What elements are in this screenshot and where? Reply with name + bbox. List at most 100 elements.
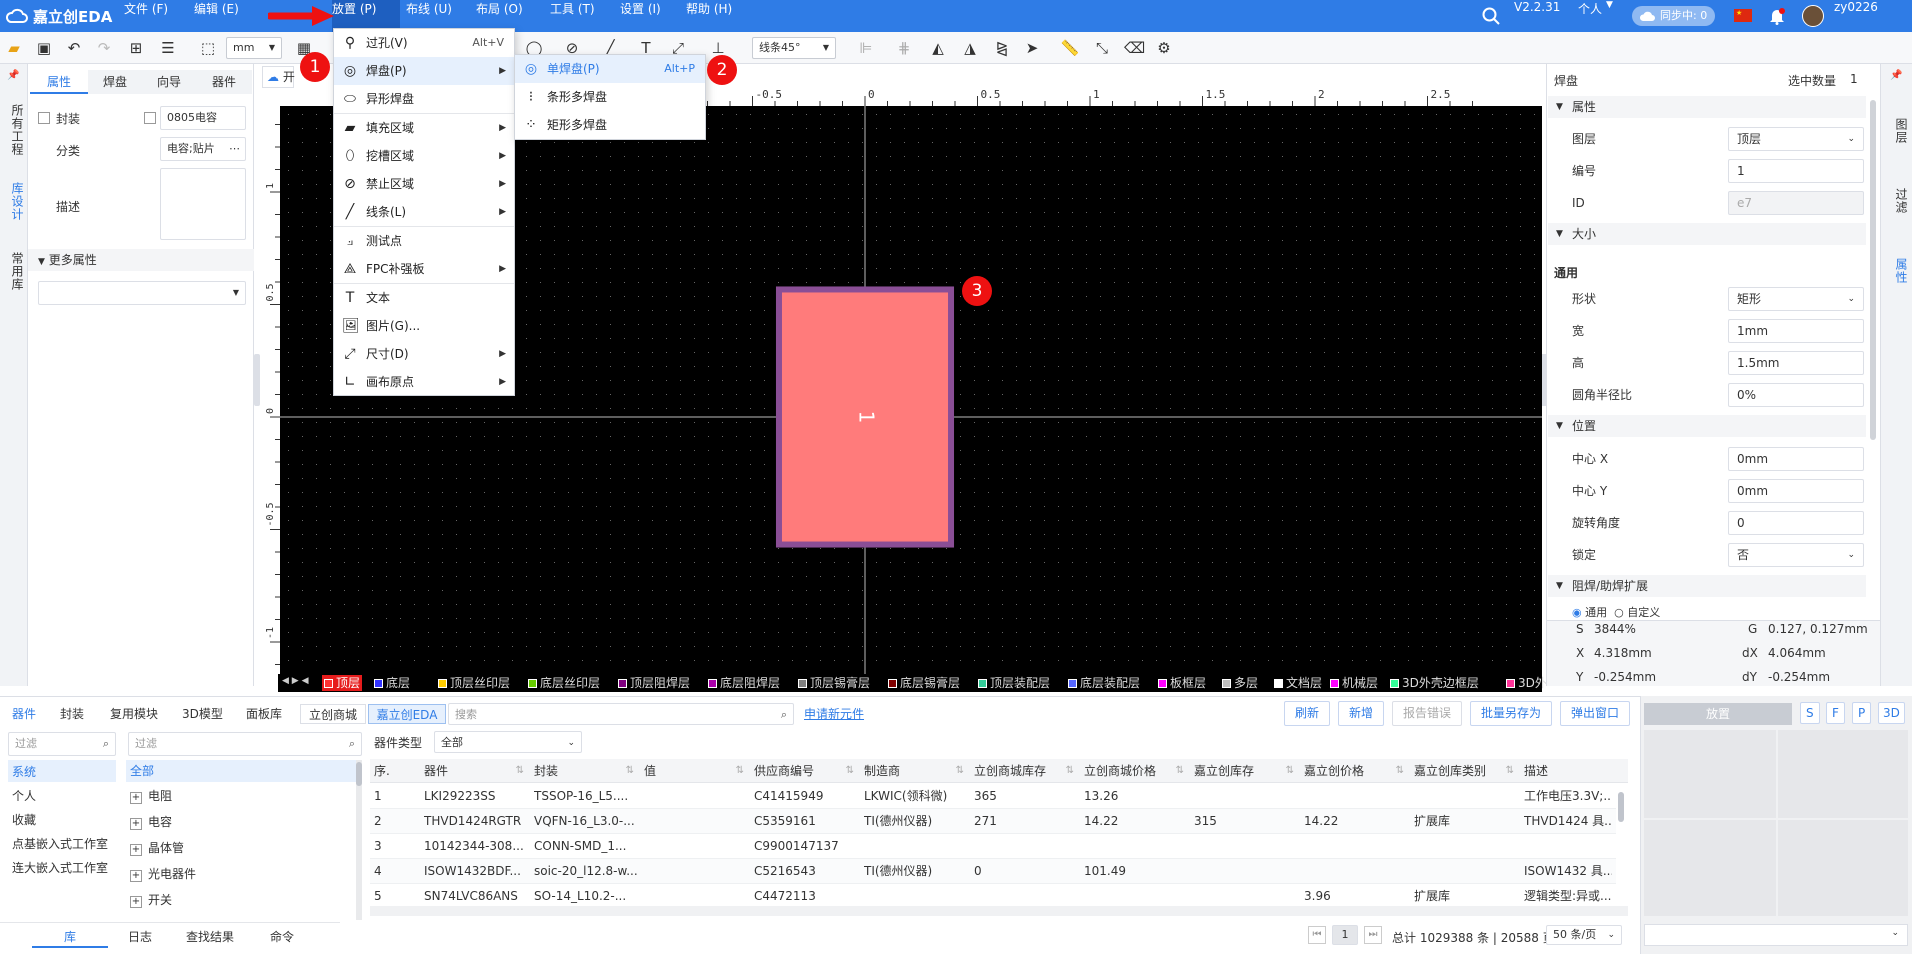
section-position[interactable]: ▼ 位置 [1548,415,1866,437]
sort-icon[interactable]: ⇅ [736,761,744,781]
table-column-header[interactable]: 供应商编号 ⇅ [754,761,862,781]
package-checkbox[interactable] [38,112,50,124]
list-view-icon[interactable]: ☰ [158,38,178,58]
grid-view-icon[interactable]: ⊞ [126,38,146,58]
layer-item[interactable]: 机械层 [1330,675,1378,691]
report-error-button[interactable]: 报告错误 [1392,701,1463,726]
pad-submenu-item[interactable]: ◎ 单焊盘(P) Alt+P [515,55,705,83]
save-icon[interactable]: ▣ [34,38,54,58]
tab-library-design[interactable]: 库设计 [4,182,24,226]
more-properties-select[interactable]: ▼ [38,281,246,305]
view-p-button[interactable]: P [1852,702,1872,724]
view-f-button[interactable]: F [1826,702,1845,724]
tab-reuse-modules[interactable]: 复用模块 [110,704,158,724]
pad-submenu-item[interactable]: ⁘ 矩形多焊盘 [515,111,705,139]
place-menu-item[interactable]: ╱ 线条(L) ▶ [334,198,514,226]
flip-horizontal-icon[interactable]: ◭ [928,38,948,58]
document-tab[interactable]: ☁ 开 [262,66,295,88]
align-icon[interactable]: ⊫ [856,38,876,58]
tree-scrollbar[interactable] [356,762,362,786]
apply-new-part-link[interactable]: 申请新元件 [804,704,864,724]
tree-all[interactable]: 全部 [130,759,154,783]
search-icon[interactable]: ⌕ [349,733,355,755]
place-menu-item[interactable]: 🖼 图片(G)... [334,312,514,340]
sort-icon[interactable]: ⇅ [846,761,854,781]
tree-capacitor[interactable]: + 电容 [130,810,172,834]
china-flag-icon[interactable]: ★ [1734,9,1752,22]
popup-window-button[interactable]: 弹出窗口 [1560,701,1631,726]
layer-item[interactable]: 底层丝印层 [528,675,600,691]
mirror-icon[interactable]: ⧎ [992,38,1012,58]
table-column-header[interactable]: 嘉立创库类别 ⇅ [1414,761,1522,781]
menu-settings[interactable]: 设置 (I) [620,0,680,32]
package-value-checkbox[interactable] [144,112,156,124]
sync-status-button[interactable]: 同步中: 0 [1632,6,1716,26]
sort-icon[interactable]: ⇅ [956,761,964,781]
shape-select[interactable]: 矩形 ⌄ [1728,287,1864,311]
eraser-icon[interactable]: ⌫ [1124,38,1145,58]
preview-select[interactable]: ⌄ [1644,924,1908,946]
layer-item[interactable]: 顶层装配层 [978,675,1050,691]
height-input[interactable]: 1.5mm [1728,351,1864,375]
tab-common-library[interactable]: 常用库 [4,252,24,296]
table-column-header[interactable]: 嘉立创库存 ⇅ [1194,761,1302,781]
table-column-header[interactable]: 序. [374,761,422,781]
lib-studio-2[interactable]: 连大嵌入式工作室 [12,859,108,876]
category-filter-input[interactable]: 过滤 ⌕ [128,732,362,756]
tree-resistor[interactable]: + 电阻 [130,784,172,808]
tab-filter[interactable]: 过滤 [1888,188,1908,218]
library-filter-input[interactable]: 过滤 ⌕ [8,732,116,756]
search-icon[interactable] [1482,7,1500,25]
place-menu-item[interactable]: ⊘ 禁止区域 ▶ [334,170,514,198]
pin-icon[interactable]: 📌 [1890,70,1902,81]
lib-studio-1[interactable]: 点基嵌入式工作室 [12,835,108,852]
tab-jlc-eda[interactable]: 嘉立创EDA [368,704,446,724]
tree-switch[interactable]: + 开关 [130,888,172,912]
tab-panel-library[interactable]: 面板库 [246,704,282,724]
sort-icon[interactable]: ⇅ [1176,761,1184,781]
footer-tab-search-results[interactable]: 查找结果 [186,926,234,948]
footer-tab-command[interactable]: 命令 [270,926,294,948]
last-page-icon[interactable]: ⏭ [1364,926,1382,944]
pad-submenu-item[interactable]: ⁝ 条形多焊盘 [515,83,705,111]
lib-system[interactable]: 系统 [12,763,36,780]
batch-save-as-button[interactable]: 批量另存为 [1470,701,1553,726]
sort-icon[interactable]: ⇅ [1286,761,1294,781]
table-column-header[interactable]: 描述 [1524,761,1616,781]
tree-optoelectronic[interactable]: + 光电器件 [130,862,196,886]
center-x-input[interactable]: 0mm [1728,447,1864,471]
tab-properties[interactable]: 属性 [30,70,88,94]
sort-icon[interactable]: ⇅ [516,761,524,781]
zoom-area-icon[interactable]: ⬚ [198,38,218,58]
layer-item[interactable]: 多层 [1222,675,1258,691]
username[interactable]: zy0226 [1834,0,1878,14]
page-size-select[interactable]: 50 条/页 ⌄ [1546,925,1622,945]
place-menu-item[interactable]: ⤢ 尺寸(D) ▶ [334,340,514,368]
tab-3d-models[interactable]: 3D模型 [182,704,223,724]
place-menu-item[interactable]: ∟ 画布原点 ▶ [334,368,514,396]
menu-edit[interactable]: 编辑 (E) [194,0,264,32]
left-panel-resize-handle[interactable] [254,354,260,406]
table-scrollbar[interactable] [1616,784,1626,914]
description-textarea[interactable] [160,168,246,240]
layer-item[interactable]: 顶层锡膏层 [798,675,870,691]
footer-tab-library[interactable]: 库 [32,926,108,948]
place-menu-item[interactable]: ⟓ 测试点 [334,227,514,255]
layer-item[interactable]: 底层阻焊层 [708,675,780,691]
number-input[interactable]: 1 [1728,159,1864,183]
refresh-button[interactable]: 刷新 [1284,701,1331,726]
tab-devices[interactable]: 器件 [12,704,36,724]
pin-icon[interactable]: 📌 [7,70,19,81]
user-mode-dropdown[interactable]: 个人 [1578,0,1602,17]
tab-wizard[interactable]: 向导 [142,70,196,94]
line-angle-select[interactable]: 线条45° ▼ [752,37,836,59]
place-menu-item[interactable]: ⬯ 挖槽区域 ▶ [334,142,514,170]
layer-item[interactable]: 3D外壳边框层 [1390,675,1479,691]
sort-icon[interactable]: ⇅ [1066,761,1074,781]
app-logo[interactable]: 嘉立创EDA [6,6,112,26]
layer-item[interactable]: 文档层 [1274,675,1322,691]
place-menu-item[interactable]: ⚲ 过孔(V) Alt+V [334,29,514,57]
table-column-header[interactable]: 立创商城价格 ⇅ [1084,761,1192,781]
place-menu-item[interactable]: ⬭ 异形焊盘 [334,85,514,113]
place-menu-item[interactable]: ⟁ FPC补强板 ▶ [334,255,514,283]
